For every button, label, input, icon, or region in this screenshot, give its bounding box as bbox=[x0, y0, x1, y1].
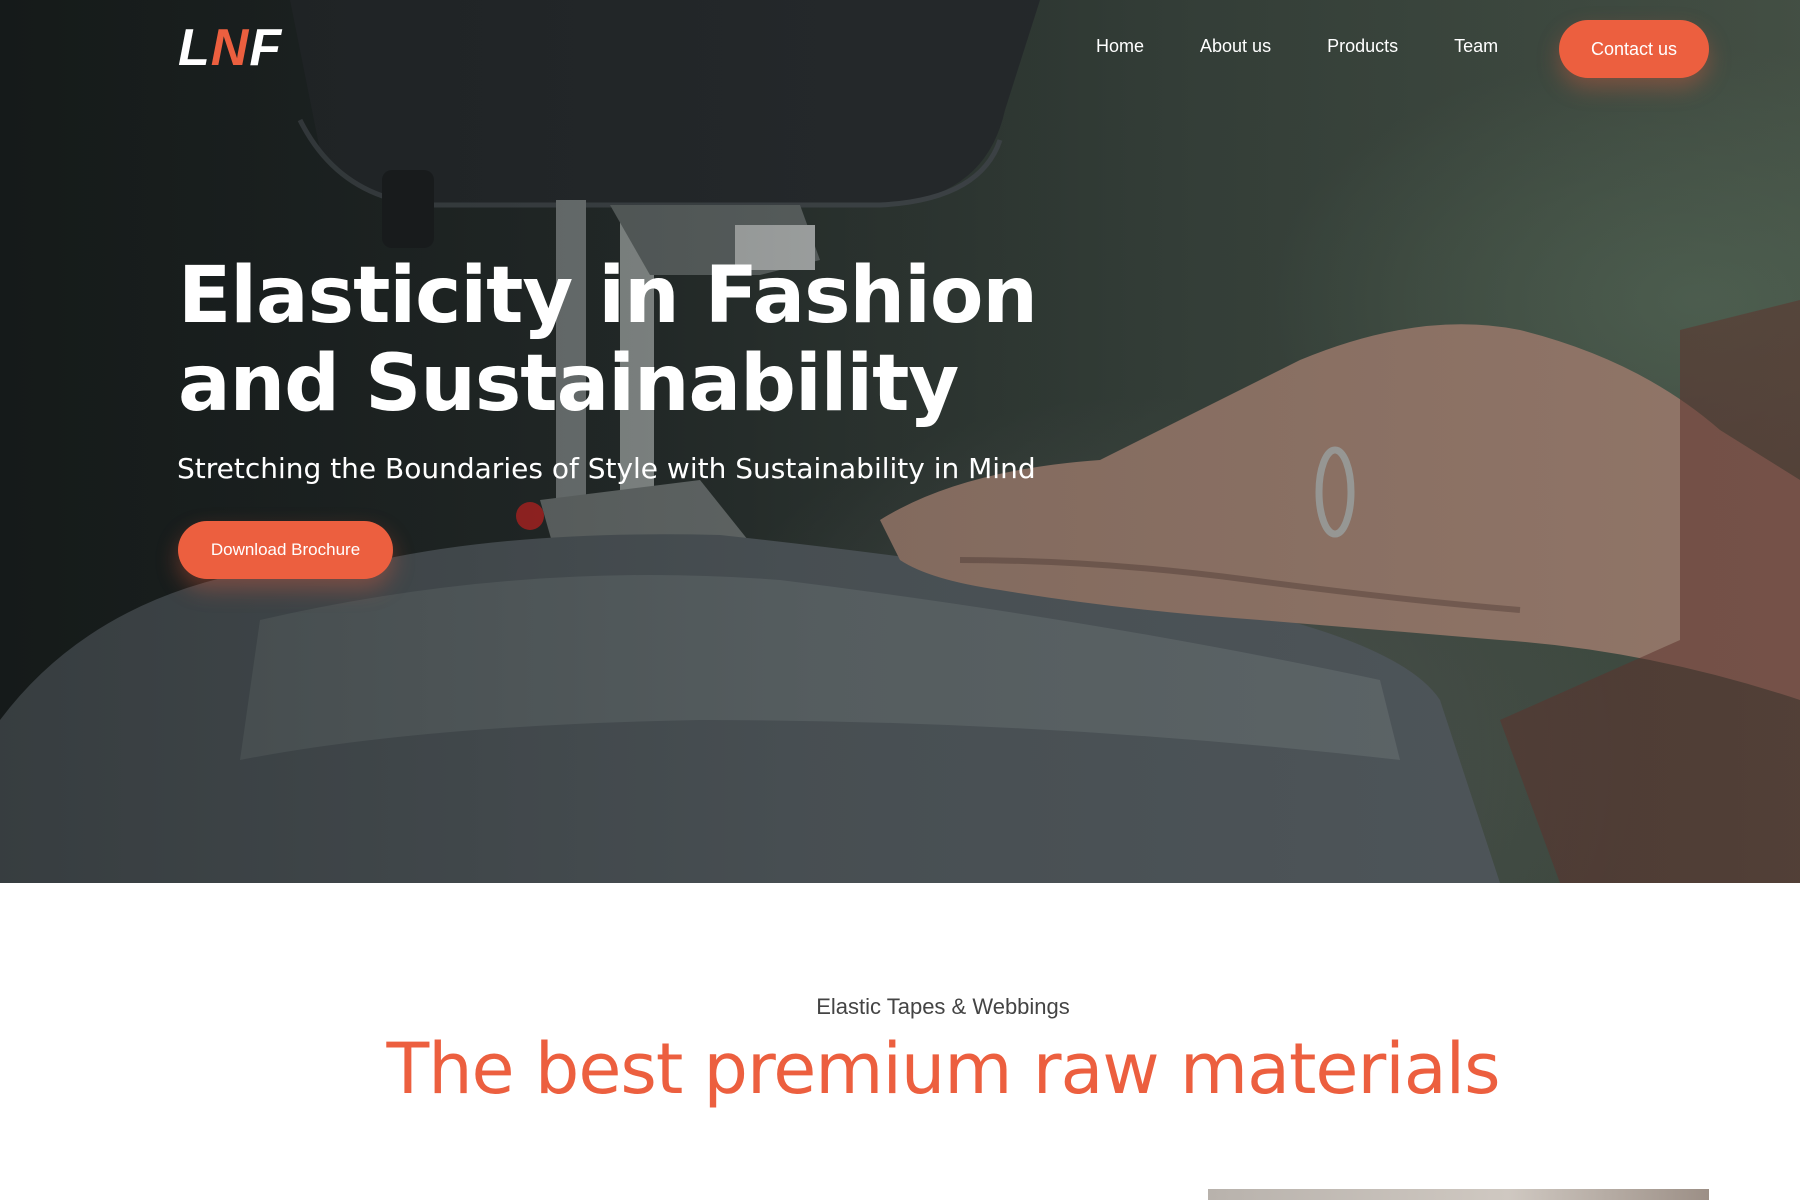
page: LNF Home About us Products Team Contact … bbox=[0, 0, 1800, 1200]
nav-links: Home About us Products Team bbox=[1096, 36, 1554, 57]
top-nav: LNF Home About us Products Team Contact … bbox=[0, 0, 1800, 100]
hero-overlay bbox=[0, 0, 1800, 883]
logo-part-1: L bbox=[178, 19, 211, 77]
nav-link-home[interactable]: Home bbox=[1096, 36, 1144, 57]
logo-part-3: F bbox=[249, 19, 283, 77]
hero-section: LNF Home About us Products Team Contact … bbox=[0, 0, 1800, 883]
nav-link-products[interactable]: Products bbox=[1327, 36, 1398, 57]
hero-subtitle: Stretching the Boundaries of Style with … bbox=[177, 452, 1036, 485]
nav-link-about-us[interactable]: About us bbox=[1200, 36, 1271, 57]
section-eyebrow: Elastic Tapes & Webbings bbox=[816, 994, 1070, 1019]
download-brochure-button[interactable]: Download Brochure bbox=[178, 521, 393, 579]
hero-title: Elasticity in Fashion and Sustainability bbox=[178, 251, 1038, 429]
nav-link-team[interactable]: Team bbox=[1454, 36, 1498, 57]
product-image bbox=[1208, 1189, 1709, 1200]
contact-us-button[interactable]: Contact us bbox=[1559, 20, 1709, 78]
logo[interactable]: LNF bbox=[178, 18, 282, 78]
logo-part-2: N bbox=[210, 19, 250, 77]
section-heading: The best premium raw materials bbox=[386, 1028, 1500, 1110]
